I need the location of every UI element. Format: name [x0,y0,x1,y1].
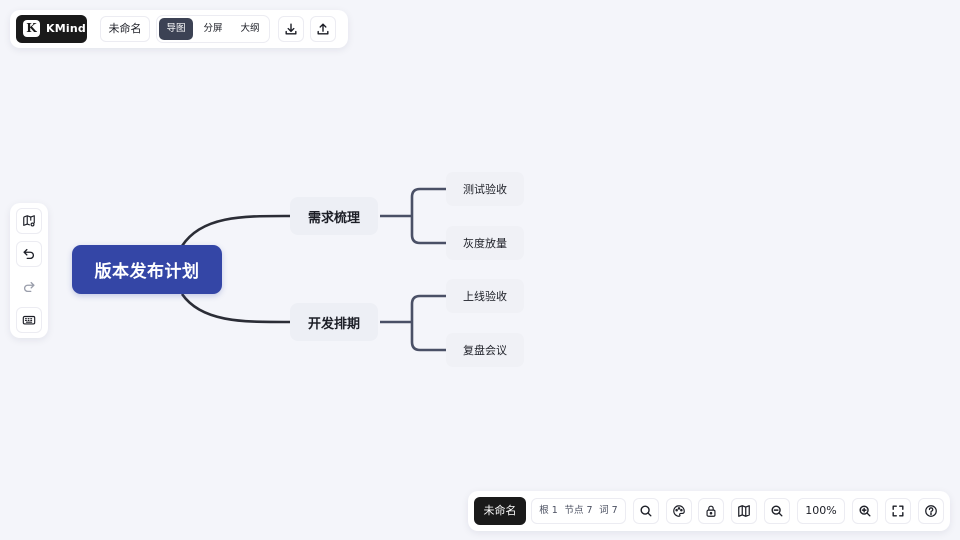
minimap-button[interactable] [731,498,757,524]
document-stats: 根 1 节点 7 词 7 [531,498,626,524]
word-count: 词 7 [599,505,618,516]
theme-palette-icon [673,505,685,517]
lock-button[interactable] [698,498,724,524]
root-node[interactable]: 版本发布计划 [72,245,222,294]
document-name-badge[interactable]: 未命名 [474,497,526,525]
connector-root-branch-2 [180,293,291,324]
fullscreen-icon [892,505,904,517]
mindmap-canvas[interactable]: 版本发布计划 需求梳理 开发排期 测试验收 灰度放量 上线验收 复盘会议 [0,0,960,540]
leaf-node[interactable]: 复盘会议 [446,333,524,367]
map-icon [738,505,750,517]
connector-branch-1-leaves [380,187,446,245]
search-button[interactable] [633,498,659,524]
leaf-node[interactable]: 上线验收 [446,279,524,313]
search-icon [640,505,652,517]
connector-root-branch-1 [180,214,291,247]
leaf-node[interactable]: 灰度放量 [446,226,524,260]
branch-node[interactable]: 开发排期 [290,303,378,341]
lock-icon [706,505,716,517]
leaf-node[interactable]: 测试验收 [446,172,524,206]
zoom-out-button[interactable] [764,498,790,524]
root-count: 根 1 [539,505,558,516]
zoom-in-button[interactable] [852,498,878,524]
help-button[interactable] [918,498,944,524]
node-count: 节点 7 [564,505,593,516]
theme-button[interactable] [666,498,692,524]
bottom-toolbar: 未命名 根 1 节点 7 词 7 100% [468,491,950,531]
connector-branch-2-leaves [380,294,446,352]
help-icon [925,505,937,517]
branch-node[interactable]: 需求梳理 [290,197,378,235]
zoom-level[interactable]: 100% [797,498,845,524]
fullscreen-button[interactable] [885,498,911,524]
zoom-in-icon [859,505,871,517]
zoom-out-icon [771,505,783,517]
